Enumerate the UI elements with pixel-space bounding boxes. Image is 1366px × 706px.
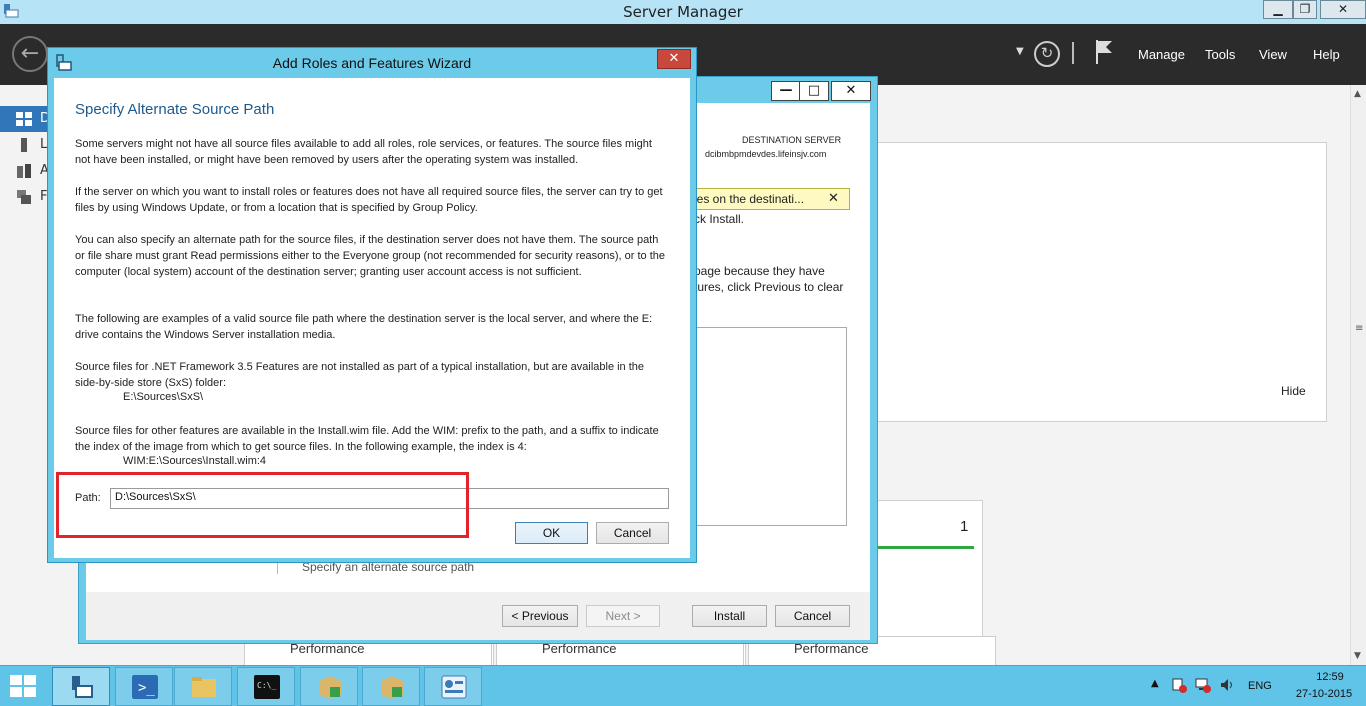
taskbar: >_ C:\_ ▲ ENG 12:59 27-10-2015	[0, 665, 1366, 706]
network-icon[interactable]	[1195, 677, 1211, 693]
header-divider	[1072, 42, 1074, 64]
server-manager-icon	[72, 676, 93, 698]
menu-view[interactable]: View	[1259, 47, 1287, 62]
flag-icon[interactable]	[1094, 39, 1114, 65]
minimize-button[interactable]: ▁	[1263, 0, 1293, 19]
paragraph-alternate-path: You can also specify an alternate path f…	[75, 234, 666, 278]
svg-text:C:\_: C:\_	[257, 681, 276, 690]
powershell-icon: >_	[132, 675, 158, 699]
volume-icon[interactable]	[1219, 677, 1235, 693]
destination-server-name: dcibmbpmdevdes.lifeinsjv.com	[705, 149, 827, 159]
dialog-cancel-button[interactable]: Cancel	[596, 522, 669, 544]
paragraph-net-framework: Source files for .NET Framework 3.5 Feat…	[75, 361, 645, 389]
taskbar-command-prompt[interactable]: C:\_	[237, 667, 295, 706]
warning-text[interactable]: les on the destinati...	[694, 192, 804, 206]
wizard-text: page because they have	[694, 264, 825, 278]
chevron-down-icon[interactable]: ▼	[1016, 46, 1024, 57]
close-button[interactable]: ✕	[1320, 0, 1366, 19]
windows-start-icon[interactable]	[10, 675, 36, 697]
example-sxs-path: E:\Sources\SxS\	[123, 391, 204, 403]
scroll-up-icon[interactable]: ▲	[1354, 89, 1361, 99]
sidebar-item-file-storage[interactable]: F	[0, 184, 48, 210]
control-panel-icon	[441, 675, 467, 699]
next-button[interactable]: Next >	[586, 605, 660, 627]
example-wim-path: WIM:E:\Sources\Install.wim:4	[123, 455, 267, 467]
selection-listbox[interactable]	[690, 327, 847, 526]
package-icon	[381, 676, 403, 699]
sidebar-item-dashboard[interactable]: D	[0, 106, 50, 132]
taskbar-installer-2[interactable]	[362, 667, 420, 706]
menu-tools[interactable]: Tools	[1205, 47, 1235, 62]
status-bar	[878, 546, 974, 549]
taskbar-file-explorer[interactable]	[174, 667, 232, 706]
maximize-button[interactable]: ❐	[1293, 0, 1317, 19]
command-prompt-icon: C:\_	[254, 675, 280, 699]
taskbar-installer[interactable]	[300, 667, 358, 706]
show-hidden-icons-icon[interactable]: ▲	[1151, 678, 1159, 689]
clock-date[interactable]: 27-10-2015	[1286, 688, 1362, 700]
sidebar-item-local-server[interactable]: L	[0, 132, 48, 158]
refresh-icon[interactable]: ↻	[1034, 41, 1060, 67]
window-title: Server Manager	[623, 3, 743, 21]
taskbar-control-panel[interactable]	[424, 667, 482, 706]
dialog-title: Add Roles and Features Wizard	[272, 55, 472, 71]
menu-help[interactable]: Help	[1313, 47, 1340, 62]
taskbar-server-manager[interactable]	[52, 667, 110, 706]
welcome-panel	[870, 142, 1327, 422]
local-server-icon	[21, 138, 27, 152]
folder-icon	[192, 677, 216, 697]
paragraph-examples: The following are examples of a valid so…	[75, 313, 653, 341]
package-icon	[319, 676, 341, 699]
paragraph-windows-update: If the server on which you want to insta…	[75, 186, 663, 214]
dialog-heading: Specify Alternate Source Path	[75, 101, 275, 118]
back-arrow-icon[interactable]: ←	[12, 36, 48, 72]
previous-button[interactable]: < Previous	[502, 605, 578, 627]
dashboard-icon	[16, 112, 32, 126]
vertical-scrollbar[interactable]: ▲ ≡ ▼	[1350, 85, 1366, 665]
svg-text:>_: >_	[138, 680, 155, 696]
ok-button[interactable]: OK	[515, 522, 588, 544]
bg-maximize-button[interactable]: □	[799, 81, 829, 101]
server-manager-titlebar: Server Manager	[0, 0, 1366, 24]
file-storage-icon	[17, 190, 31, 204]
menu-manage[interactable]: Manage	[1138, 47, 1185, 62]
taskbar-powershell[interactable]: >_	[115, 667, 173, 706]
highlight-box	[56, 472, 469, 538]
bg-minimize-button[interactable]: —	[771, 81, 801, 101]
paragraph-source-files: Some servers might not have all source f…	[75, 138, 652, 166]
tile-count: 1	[960, 518, 969, 535]
hide-link[interactable]: Hide	[1281, 384, 1306, 398]
scroll-down-icon[interactable]: ▼	[1354, 651, 1361, 661]
navigation-sidebar: D L A F	[0, 85, 50, 665]
destination-server-label: DESTINATION SERVER	[742, 135, 842, 145]
wizard-text: tures, click Previous to clear	[694, 280, 844, 294]
all-servers-icon	[17, 164, 31, 178]
paragraph-install-wim: Source files for other features are avai…	[75, 425, 659, 453]
input-language[interactable]: ENG	[1248, 680, 1272, 692]
close-icon[interactable]: ✕	[828, 191, 839, 206]
wizard-text: ck Install.	[694, 212, 745, 226]
sidebar-item-all-servers[interactable]: A	[0, 158, 49, 184]
cancel-button[interactable]: Cancel	[775, 605, 850, 627]
clock-time[interactable]: 12:59	[1300, 671, 1360, 683]
bg-close-button[interactable]: ✕	[831, 81, 871, 101]
install-button[interactable]: Install	[692, 605, 767, 627]
dialog-close-button[interactable]: ✕	[657, 49, 691, 69]
action-center-icon[interactable]	[1171, 677, 1187, 693]
scroll-grip-icon[interactable]: ≡	[1355, 323, 1363, 334]
